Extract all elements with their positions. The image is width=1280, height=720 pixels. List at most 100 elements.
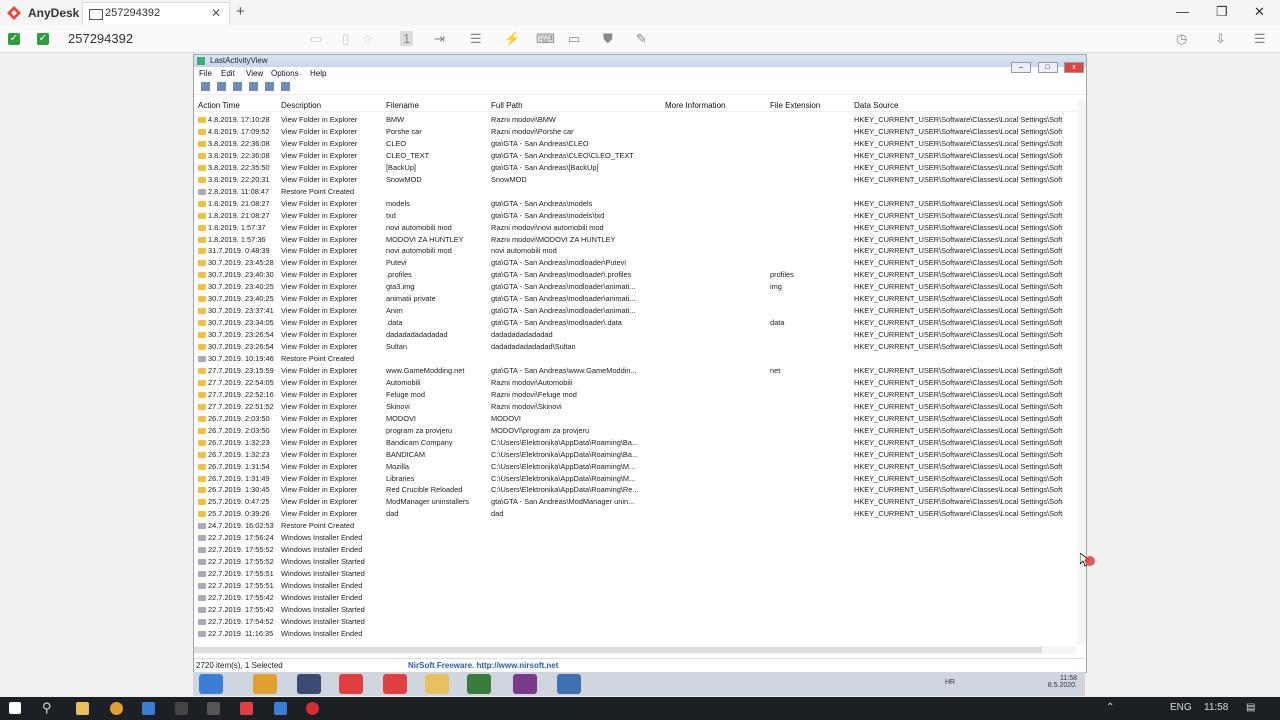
remote-chrome-icon[interactable] bbox=[253, 674, 277, 694]
actions-icon[interactable]: ⚡ bbox=[504, 31, 520, 47]
bookmark-icon[interactable]: ▯ bbox=[342, 31, 349, 47]
table-row[interactable]: 1.8.2019. 1:57:37 View Folder in Explorer… bbox=[194, 222, 1076, 234]
file-explorer-icon[interactable] bbox=[76, 702, 89, 715]
transfer-icon[interactable]: ⇥ bbox=[434, 31, 445, 47]
table-row[interactable]: 30.7.2019. 10:19:46 Restore Point Created bbox=[194, 353, 1076, 365]
remote-lang[interactable]: HR bbox=[945, 679, 955, 686]
remote-folder-icon[interactable] bbox=[425, 674, 449, 694]
header-description[interactable]: Description bbox=[281, 101, 321, 110]
pen-icon[interactable]: ✎ bbox=[636, 31, 647, 47]
app-icon-1[interactable] bbox=[175, 702, 188, 715]
clock[interactable]: 11:58 bbox=[1204, 702, 1228, 713]
menu-file[interactable]: File bbox=[199, 69, 212, 78]
remote-anydesk-icon[interactable] bbox=[339, 674, 363, 694]
table-row[interactable]: 4.8.2019. 17:10:28 View Folder in Explore… bbox=[194, 114, 1076, 126]
table-row[interactable]: 26.7.2019. 1:31:49 View Folder in Explore… bbox=[194, 473, 1076, 485]
keyboard-icon[interactable]: ⌨ bbox=[536, 31, 555, 47]
session-tab[interactable]: 257294392 ✕ bbox=[82, 2, 230, 25]
table-row[interactable]: 22.7.2019. 17:55:52 Windows Installer End… bbox=[194, 544, 1076, 556]
remote-lav-icon[interactable] bbox=[557, 674, 581, 694]
display-icon[interactable]: ▭ bbox=[310, 31, 322, 47]
exit-icon[interactable] bbox=[281, 82, 290, 91]
table-row[interactable]: 1.8.2019. 21:08:27 View Folder in Explore… bbox=[194, 198, 1076, 210]
menu-help[interactable]: Help bbox=[310, 69, 326, 78]
table-row[interactable]: 30.7.2019. 23:26:54 View Folder in Explor… bbox=[194, 329, 1076, 341]
verified-icon[interactable]: ✓ bbox=[37, 33, 49, 45]
remote-clock[interactable]: 11:58 8.5.2020. bbox=[1048, 675, 1077, 689]
table-row[interactable]: 30.7.2019. 23:37:41 View Folder in Explor… bbox=[194, 305, 1076, 317]
search-icon[interactable]: ⚲ bbox=[42, 700, 52, 716]
header-action-time[interactable]: Action Time bbox=[198, 101, 240, 110]
remote-winrar-icon[interactable] bbox=[513, 674, 537, 694]
star-icon[interactable]: ☆ bbox=[362, 31, 374, 47]
remote-start-icon[interactable] bbox=[199, 674, 223, 694]
header-more-information[interactable]: More Information bbox=[665, 101, 725, 110]
history-icon[interactable]: ◷ bbox=[1176, 31, 1187, 47]
tray-up-icon[interactable]: ⌃ bbox=[1106, 702, 1114, 713]
save-icon[interactable] bbox=[201, 82, 210, 91]
chrome-icon[interactable] bbox=[110, 702, 123, 715]
table-row[interactable]: 3.8.2019. 22:36:08 View Folder in Explore… bbox=[194, 150, 1076, 162]
table-row[interactable]: 22.7.2019. 11:16:35 Windows Installer End… bbox=[194, 628, 1076, 640]
table-row[interactable]: 3.8.2019. 22:36:08 View Folder in Explore… bbox=[194, 138, 1076, 150]
table-row[interactable]: 22.7.2019. 17:56:24 Windows Installer End… bbox=[194, 532, 1076, 544]
table-row[interactable]: 26.7.2019. 2:03:50 View Folder in Explore… bbox=[194, 413, 1076, 425]
menu-view[interactable]: View bbox=[246, 69, 263, 78]
header-filename[interactable]: Filename bbox=[386, 101, 419, 110]
minimize-button[interactable]: — bbox=[1176, 4, 1189, 19]
table-row[interactable]: 3.8.2019. 22:35:50 View Folder in Explore… bbox=[194, 162, 1076, 174]
table-row[interactable]: 27.7.2019. 23:15:59 View Folder in Explor… bbox=[194, 365, 1076, 377]
table-row[interactable]: 22.7.2019. 17:55:42 Windows Installer End… bbox=[194, 592, 1076, 604]
close-tab-icon[interactable]: ✕ bbox=[211, 6, 221, 20]
header-full-path[interactable]: Full Path bbox=[491, 101, 523, 110]
table-row[interactable]: 22.7.2019. 17:55:51 Windows Installer End… bbox=[194, 580, 1076, 592]
header-file-extension[interactable]: File Extension bbox=[770, 101, 820, 110]
remote-app-icon[interactable] bbox=[467, 674, 491, 694]
language-indicator[interactable]: ENG bbox=[1170, 702, 1192, 713]
table-row[interactable]: 26.7.2019. 1:32:23 View Folder in Explore… bbox=[194, 449, 1076, 461]
table-row[interactable]: 1.8.2019. 1:57:36 View Folder in Explorer… bbox=[194, 234, 1076, 246]
menu-edit[interactable]: Edit bbox=[221, 69, 235, 78]
table-row[interactable]: 2.8.2019. 11:08:47 Restore Point Created bbox=[194, 186, 1076, 198]
screen-icon[interactable]: ▭ bbox=[568, 31, 580, 47]
activity-list[interactable]: 4.8.2019. 17:10:28 View Folder in Explore… bbox=[194, 114, 1076, 645]
table-row[interactable]: 26.7.2019. 2:03:50 View Folder in Explore… bbox=[194, 425, 1076, 437]
table-row[interactable]: 30.7.2019. 23:40:30 View Folder in Explor… bbox=[194, 269, 1076, 281]
table-row[interactable]: 26.7.2019. 1:30:45 View Folder in Explore… bbox=[194, 484, 1076, 496]
table-row[interactable]: 1.8.2019. 21:08:27 View Folder in Explore… bbox=[194, 210, 1076, 222]
start-icon[interactable] bbox=[9, 702, 21, 714]
close-window-button[interactable]: ✕ bbox=[1254, 4, 1265, 20]
table-row[interactable]: 4.8.2019. 17:09:52 View Folder in Explore… bbox=[194, 126, 1076, 138]
shield-icon[interactable]: ⛊ bbox=[603, 31, 613, 47]
table-row[interactable]: 22.7.2019. 17:54:52 Windows Installer Sta… bbox=[194, 616, 1076, 628]
notifications-icon[interactable]: ▤ bbox=[1246, 702, 1255, 713]
download-icon[interactable]: ⇩ bbox=[1215, 31, 1226, 47]
address-field[interactable]: 257294392 bbox=[68, 31, 133, 46]
copy-icon[interactable] bbox=[233, 82, 242, 91]
anydesk-taskbar-icon[interactable] bbox=[240, 702, 253, 715]
menu-options[interactable]: Options bbox=[271, 69, 299, 78]
opera-icon[interactable] bbox=[306, 702, 319, 715]
monitor-1-icon[interactable]: 1 bbox=[400, 31, 414, 46]
table-row[interactable]: 3.8.2019. 22:20:31 View Folder in Explore… bbox=[194, 174, 1076, 186]
refresh-icon[interactable] bbox=[217, 82, 226, 91]
remote-steam-icon[interactable] bbox=[297, 674, 321, 694]
table-row[interactable]: 22.7.2019. 17:55:52 Windows Installer Sta… bbox=[194, 556, 1076, 568]
table-row[interactable]: 27.7.2019. 22:54:05 View Folder in Explor… bbox=[194, 377, 1076, 389]
table-row[interactable]: 25.7.2019. 0:47:25 View Folder in Explore… bbox=[194, 496, 1076, 508]
table-row[interactable]: 31.7.2019. 0:48:39 View Folder in Explore… bbox=[194, 245, 1076, 257]
table-row[interactable]: 27.7.2019. 22:51:52 View Folder in Explor… bbox=[194, 401, 1076, 413]
table-row[interactable]: 26.7.2019. 1:32:23 View Folder in Explore… bbox=[194, 437, 1076, 449]
table-row[interactable]: 30.7.2019. 23:26:54 View Folder in Explor… bbox=[194, 341, 1076, 353]
nirsoft-link[interactable]: NirSoft Freeware. http://www.nirsoft.net bbox=[408, 661, 558, 670]
report-icon[interactable] bbox=[265, 82, 274, 91]
properties-icon[interactable] bbox=[249, 82, 258, 91]
accept-icon[interactable]: ✓ bbox=[8, 33, 20, 45]
table-row[interactable]: 26.7.2019. 1:31:54 View Folder in Explore… bbox=[194, 461, 1076, 473]
table-row[interactable]: 30.7.2019. 23:34:05 View Folder in Explor… bbox=[194, 317, 1076, 329]
table-row[interactable]: 30.7.2019. 23:40:25 View Folder in Explor… bbox=[194, 293, 1076, 305]
table-row[interactable]: 22.7.2019. 17:55:42 Windows Installer Sta… bbox=[194, 604, 1076, 616]
table-row[interactable]: 30.7.2019. 23:45:28 View Folder in Explor… bbox=[194, 257, 1076, 269]
app-icon-3[interactable] bbox=[274, 702, 287, 715]
edge-icon[interactable] bbox=[142, 702, 155, 715]
